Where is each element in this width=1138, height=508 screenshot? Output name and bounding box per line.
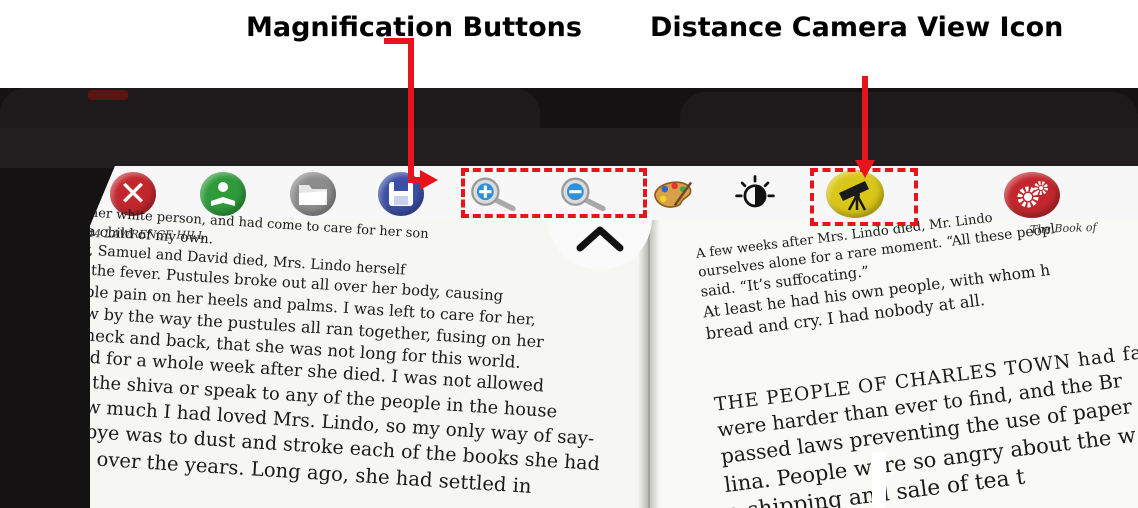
magnification-highlight-box bbox=[461, 168, 647, 218]
distance-camera-arrow-head bbox=[855, 160, 875, 178]
reader-icon bbox=[211, 182, 235, 206]
brightness-button[interactable] bbox=[732, 172, 778, 216]
device-camera-housing-left bbox=[0, 88, 540, 128]
distance-camera-arrow-shaft bbox=[862, 76, 868, 164]
folder-icon bbox=[299, 185, 327, 205]
palette-icon bbox=[654, 181, 693, 208]
magnification-arrow-shaft bbox=[408, 38, 414, 183]
device-camera-housing-right bbox=[680, 92, 1138, 132]
brightness-icon bbox=[735, 175, 775, 208]
color-button[interactable] bbox=[650, 172, 696, 216]
reader-button[interactable] bbox=[200, 172, 246, 216]
device-indicator-light bbox=[88, 90, 128, 100]
save-icon bbox=[389, 182, 413, 206]
left-page-text: than any other white person, and had com… bbox=[90, 200, 614, 505]
chevron-up-icon bbox=[576, 226, 624, 252]
distance-camera-caption: Distance Camera View Icon bbox=[650, 12, 1064, 43]
open-button[interactable] bbox=[290, 172, 336, 216]
magnification-arrow-head bbox=[420, 170, 438, 190]
book-gutter bbox=[638, 220, 660, 508]
screen-glare bbox=[872, 452, 886, 508]
device-bezel bbox=[0, 128, 1138, 168]
